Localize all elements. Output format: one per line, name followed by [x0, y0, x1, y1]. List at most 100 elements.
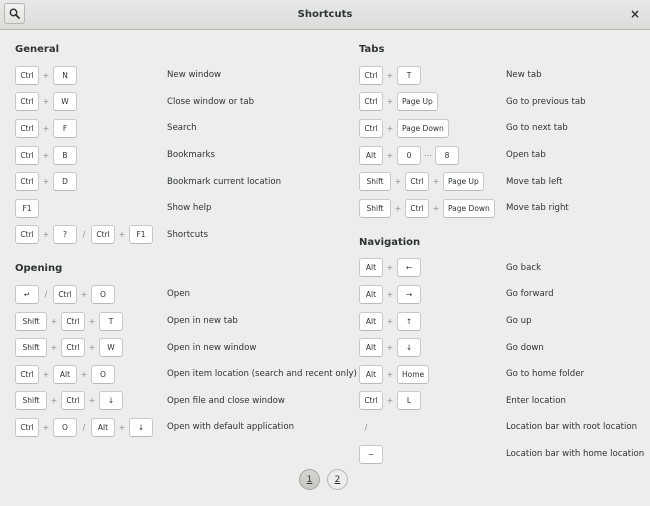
- key-ctrl: Ctrl: [15, 172, 39, 192]
- key-ctrl: Ctrl: [15, 145, 39, 165]
- shortcut-keys: Alt + ↓: [359, 338, 421, 358]
- shortcut-row-open-file-and-close-window: Shift + Ctrl + ↓ Open file and close window: [15, 388, 355, 415]
- shortcut-keys: Ctrl + D: [15, 172, 77, 192]
- plus-separator: +: [42, 422, 50, 432]
- plus-separator: +: [118, 230, 126, 240]
- key-page-up: Page Up: [443, 172, 484, 192]
- shortcut-row-go-to-previous-tab: Ctrl + Page Up Go to previous tab: [359, 89, 644, 116]
- shortcut-row-go-to-home-folder: Alt + Home Go to home folder: [359, 361, 644, 388]
- key-symbol: ↓: [397, 338, 421, 358]
- shortcut-row-open-with-default-application: Ctrl + O / Alt + ↓ Open with default applicatio…: [15, 414, 355, 441]
- shortcut-row-new-tab: Ctrl + T New tab: [359, 62, 644, 89]
- plus-separator: +: [394, 203, 402, 213]
- shortcut-label: Go up: [506, 316, 532, 327]
- key-ctrl: Ctrl: [405, 198, 429, 218]
- key-8: 8: [435, 145, 459, 165]
- key-o: O: [91, 284, 115, 304]
- shortcut-row-shortcuts: Ctrl +? / Ctrl + F1 Shortcuts: [15, 222, 355, 249]
- shortcut-row-location-bar-with-root-location: / Location bar with root location: [359, 414, 644, 441]
- shortcut-keys: Alt + Home: [359, 364, 430, 384]
- shortcut-row-go-forward: Alt + → Go forward: [359, 281, 644, 308]
- key-o: O: [53, 417, 77, 437]
- plus-separator: +: [386, 263, 394, 273]
- header-bar: Shortcuts ×: [0, 0, 650, 30]
- shortcut-keys: Shift + Ctrl + Page Down: [359, 198, 495, 218]
- shortcut-row-bookmarks: Ctrl + B Bookmarks: [15, 142, 355, 169]
- shortcut-label: Go to next tab: [506, 123, 568, 134]
- key-shift: Shift: [15, 391, 47, 411]
- key-ctrl: Ctrl: [15, 65, 39, 85]
- key-page-down: Page Down: [443, 198, 495, 218]
- shortcut-keys: /: [359, 417, 373, 437]
- window-title: Shortcuts: [297, 9, 353, 20]
- shortcut-keys: Ctrl + T: [359, 65, 421, 85]
- key-t: T: [99, 311, 123, 331]
- key-symbol: ↓: [129, 417, 153, 437]
- key-shift: Shift: [359, 172, 391, 192]
- plus-separator: +: [50, 316, 58, 326]
- shortcut-label: Open tab: [506, 150, 546, 161]
- plus-separator: +: [386, 289, 394, 299]
- key-ctrl: Ctrl: [91, 225, 115, 245]
- plus-separator: +: [386, 369, 394, 379]
- key-home: Home: [397, 364, 430, 384]
- right-column: Tabs Ctrl + T New tab Ctrl + Page Up Go to previ…: [359, 40, 644, 467]
- key-alt: Alt: [359, 364, 383, 384]
- shortcut-row-go-down: Alt + ↓ Go down: [359, 334, 644, 361]
- shortcut-keys: Alt + →: [359, 284, 421, 304]
- key-ctrl: Ctrl: [61, 338, 85, 358]
- plus-separator: +: [386, 396, 394, 406]
- shortcut-label: Move tab left: [506, 176, 563, 187]
- shortcuts-window: Shortcuts × General Ctrl + N New window Ctrl +…: [0, 0, 650, 506]
- shortcut-row-new-window: Ctrl + N New window: [15, 62, 355, 89]
- plus-separator: +: [386, 316, 394, 326]
- or-separator: /: [82, 422, 86, 432]
- plus-separator: +: [432, 203, 440, 213]
- shortcut-label: Location bar with root location: [506, 422, 638, 433]
- shortcut-keys: Alt +0 ⋯ 8: [359, 145, 459, 165]
- shortcut-row-go-up: Alt + ↑ Go up: [359, 308, 644, 335]
- page-button-1[interactable]: 1: [299, 469, 320, 490]
- shortcut-row-open-item-location-search-and-recent-only: Ctrl + Alt + O Open item location (search and…: [15, 361, 357, 388]
- shortcut-label: Open: [167, 289, 190, 300]
- shortcut-keys: Shift + Ctrl + T: [15, 311, 123, 331]
- shortcut-label: Open in new tab: [167, 316, 238, 327]
- shortcut-row-open-in-new-window: Shift + Ctrl + W Open in new window: [15, 334, 355, 361]
- key-ctrl: Ctrl: [15, 417, 39, 437]
- shortcut-row-go-back: Alt + ← Go back: [359, 255, 644, 282]
- key-f1: F1: [15, 198, 39, 218]
- shortcut-label: Go to home folder: [506, 369, 585, 380]
- key-shift: Shift: [359, 198, 391, 218]
- shortcut-keys: Shift + Ctrl + W: [15, 338, 123, 358]
- shortcut-label: Open with default application: [167, 422, 295, 433]
- shortcut-keys: Ctrl +? / Ctrl + F1: [15, 225, 153, 245]
- key-ctrl: Ctrl: [15, 364, 39, 384]
- key-alt: Alt: [91, 417, 115, 437]
- shortcut-label: New tab: [506, 70, 542, 81]
- shortcut-keys: Ctrl + W: [15, 92, 77, 112]
- shortcut-row-close-window-or-tab: Ctrl + W Close window or tab: [15, 89, 355, 116]
- section-title-general: General: [15, 44, 59, 55]
- key-0: 0: [397, 145, 421, 165]
- key-alt: Alt: [359, 145, 383, 165]
- plus-separator: +: [42, 123, 50, 133]
- key-ctrl: Ctrl: [405, 172, 429, 192]
- key-f: F: [53, 118, 77, 138]
- page-switcher: 12: [299, 469, 348, 490]
- shortcut-keys: F1: [15, 198, 39, 218]
- key-ctrl: Ctrl: [359, 391, 383, 411]
- plus-separator: +: [386, 97, 394, 107]
- key-ctrl: Ctrl: [15, 118, 39, 138]
- key-page-up: Page Up: [397, 92, 438, 112]
- shortcut-keys: Shift + Ctrl + Page Up: [359, 172, 484, 192]
- key-symbol: ↓: [99, 391, 123, 411]
- close-button[interactable]: ×: [628, 7, 642, 21]
- plus-separator: +: [386, 343, 394, 353]
- key-ctrl: Ctrl: [53, 284, 77, 304]
- page-button-2[interactable]: 2: [327, 469, 348, 490]
- shortcut-row-open: ↵ / Ctrl + O Open: [15, 281, 355, 308]
- key-alt: Alt: [359, 258, 383, 278]
- key-l: L: [397, 391, 421, 411]
- key-ctrl: Ctrl: [359, 65, 383, 85]
